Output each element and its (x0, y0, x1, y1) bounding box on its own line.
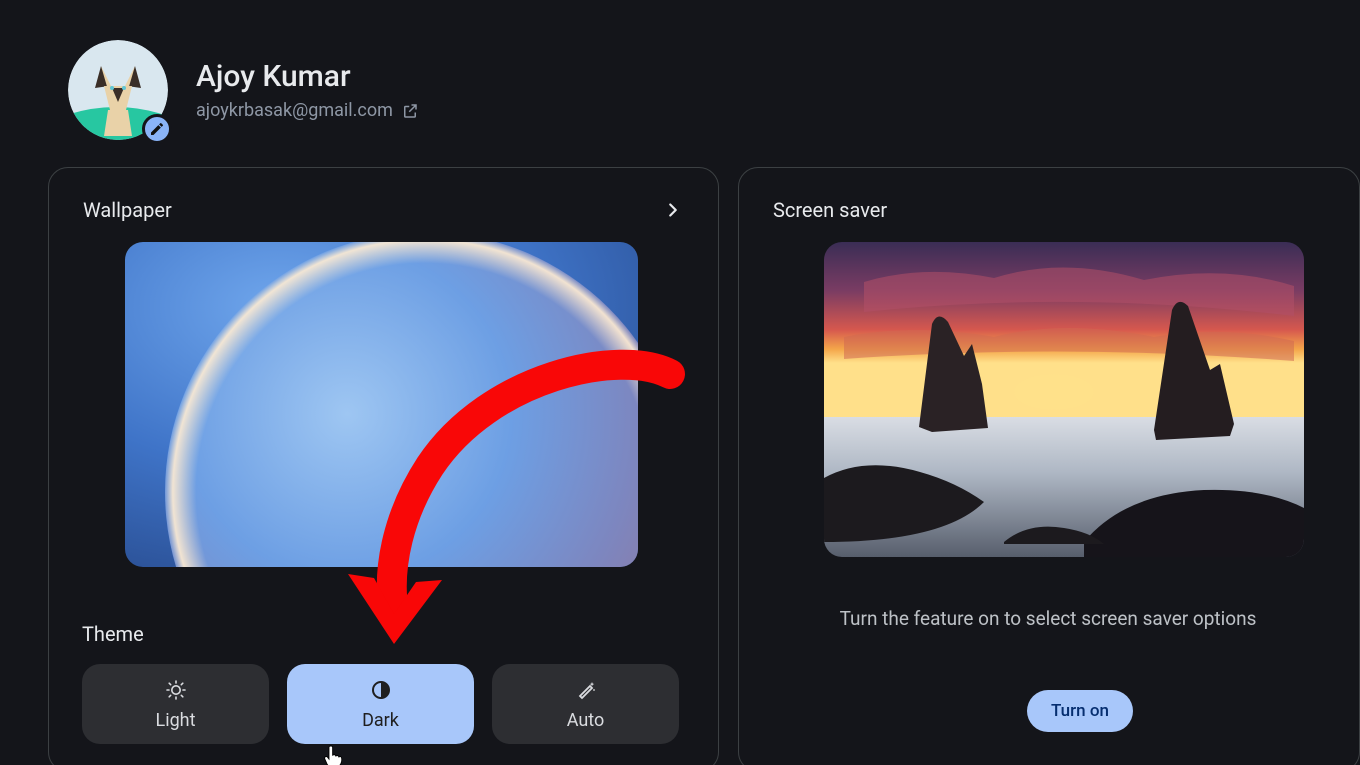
magic-wand-icon (574, 678, 598, 707)
theme-option-dark-label: Dark (362, 710, 399, 731)
profile-email-link[interactable]: ajoykrbasak@gmail.com (196, 100, 419, 121)
screensaver-turn-on-button[interactable]: Turn on (1027, 690, 1133, 732)
theme-option-auto-label: Auto (567, 710, 605, 731)
chevron-right-icon (662, 199, 684, 221)
avatar[interactable] (68, 40, 168, 140)
theme-option-light[interactable]: Light (82, 664, 269, 744)
theme-label: Theme (82, 622, 144, 646)
sun-icon (164, 678, 188, 707)
open-external-icon (401, 102, 419, 120)
theme-option-dark[interactable]: Dark (287, 664, 474, 744)
wallpaper-preview[interactable] (125, 242, 638, 567)
contrast-icon (369, 678, 393, 707)
screensaver-preview[interactable] (824, 242, 1304, 557)
theme-option-auto[interactable]: Auto (492, 664, 679, 744)
wallpaper-title: Wallpaper (83, 198, 172, 222)
profile-header: Ajoy Kumar ajoykrbasak@gmail.com (68, 40, 419, 140)
profile-name: Ajoy Kumar (196, 59, 419, 94)
profile-email: ajoykrbasak@gmail.com (196, 100, 393, 121)
screensaver-title: Screen saver (773, 198, 887, 222)
wallpaper-header-row[interactable]: Wallpaper (83, 198, 684, 222)
theme-option-light-label: Light (156, 710, 196, 731)
edit-avatar-icon[interactable] (142, 114, 172, 144)
theme-options: Light Dark Auto (82, 664, 679, 744)
screensaver-hint: Turn the feature on to select screen sav… (738, 607, 1358, 630)
